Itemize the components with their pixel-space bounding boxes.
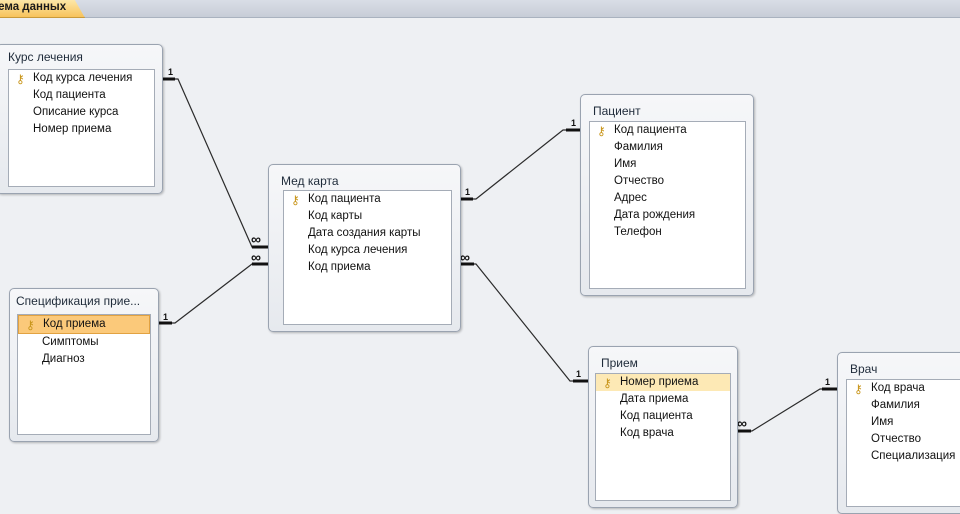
table-pacient[interactable]: Пациент ⚷ Код пациента Фамилия Имя Отчест… (580, 94, 754, 296)
table-title: Прием (601, 356, 638, 370)
field-list[interactable]: ⚷ Код курса лечения Код пациента Описание… (8, 69, 155, 187)
relation-kurs-medkarta (161, 78, 268, 248)
field-row[interactable]: Телефон (590, 224, 745, 241)
cardinality-one: 1 (825, 377, 830, 387)
relation-medkarta-priem (459, 263, 588, 382)
field-row[interactable]: Симптомы (18, 334, 150, 351)
field-row[interactable]: Имя (847, 414, 960, 431)
table-title: Врач (850, 362, 878, 376)
field-label: Имя (614, 158, 637, 170)
key-icon: ⚷ (603, 376, 612, 390)
relation-medkarta-pacient (459, 129, 580, 200)
field-label: Код врача (620, 427, 674, 439)
field-label: Имя (871, 416, 894, 428)
table-vrach[interactable]: Врач ⚷ Код врача Фамилия Имя Отчество Спе… (837, 352, 960, 514)
cardinality-one: 1 (163, 312, 168, 322)
field-row[interactable]: Код курса лечения (284, 242, 451, 259)
key-icon: ⚷ (854, 382, 863, 396)
field-label: Телефон (614, 226, 662, 238)
field-row[interactable]: ⚷ Код пациента (284, 191, 451, 208)
field-row[interactable]: Дата создания карты (284, 225, 451, 242)
field-row[interactable]: Имя (590, 156, 745, 173)
table-title: Мед карта (281, 174, 339, 188)
field-label: Дата создания карты (308, 227, 421, 239)
field-label: Дата приема (620, 393, 689, 405)
key-icon: ⚷ (291, 193, 300, 207)
cardinality-one: 1 (576, 369, 581, 379)
field-row[interactable]: Фамилия (847, 397, 960, 414)
field-row[interactable]: Отчество (847, 431, 960, 448)
field-row[interactable]: ⚷ Номер приема (596, 374, 730, 391)
field-row[interactable]: Отчество (590, 173, 745, 190)
field-label: Код приема (308, 261, 371, 273)
key-icon: ⚷ (16, 72, 25, 86)
field-label: Отчество (614, 175, 664, 187)
field-row[interactable]: Номер приема (9, 121, 154, 138)
field-label: Код врача (871, 382, 925, 394)
field-row[interactable]: Диагноз (18, 351, 150, 368)
table-specifikaciya-priema[interactable]: Спецификация прие... ⚷ Код приема Симптом… (9, 288, 159, 442)
field-row[interactable]: Адрес (590, 190, 745, 207)
field-label: Описание курса (33, 106, 119, 118)
field-row[interactable]: Дата приема (596, 391, 730, 408)
table-priem[interactable]: Прием ⚷ Номер приема Дата приема Код паци… (588, 346, 738, 508)
field-list[interactable]: ⚷ Код пациента Фамилия Имя Отчество Адрес… (589, 121, 746, 289)
field-label: Специализация (871, 450, 956, 462)
cardinality-one: 1 (465, 187, 470, 197)
field-label: Код пациента (308, 193, 381, 205)
field-row[interactable]: Описание курса (9, 104, 154, 121)
field-label: Симптомы (42, 336, 99, 348)
field-label: Код курса лечения (33, 72, 133, 84)
key-icon: ⚷ (597, 124, 606, 138)
field-label: Код курса лечения (308, 244, 408, 256)
relation-priem-vrach (736, 388, 837, 432)
field-row[interactable]: Код врача (596, 425, 730, 442)
field-label: Код пациента (620, 410, 693, 422)
field-row[interactable]: Код приема (284, 259, 451, 276)
field-row[interactable]: Специализация (847, 448, 960, 465)
field-row[interactable]: ⚷ Код врача (847, 380, 960, 397)
table-kurs-lecheniya[interactable]: Курс лечения ⚷ Код курса лечения Код паци… (0, 44, 163, 194)
field-label: Фамилия (871, 399, 920, 411)
cardinality-many: ∞ (460, 249, 470, 265)
cardinality-many: ∞ (251, 249, 261, 265)
field-label: Код приема (43, 318, 106, 330)
key-icon: ⚷ (26, 318, 35, 332)
field-row[interactable]: ⚷ Код курса лечения (9, 70, 154, 87)
field-row[interactable]: Код карты (284, 208, 451, 225)
field-list[interactable]: ⚷ Код врача Фамилия Имя Отчество Специали… (846, 379, 960, 507)
relation-spec-medkarta (157, 263, 268, 324)
field-label: Адрес (614, 192, 647, 204)
field-label: Номер приема (33, 123, 112, 135)
cardinality-one: 1 (168, 67, 173, 77)
table-title: Курс лечения (8, 50, 83, 64)
cardinality-many: ∞ (251, 231, 261, 247)
field-row[interactable]: Код пациента (9, 87, 154, 104)
field-list[interactable]: ⚷ Код пациента Код карты Дата создания ка… (283, 190, 452, 325)
field-row[interactable]: ⚷ Код пациента (590, 122, 745, 139)
field-list[interactable]: ⚷ Номер приема Дата приема Код пациента К… (595, 373, 731, 501)
table-title: Пациент (593, 104, 641, 118)
field-label: Отчество (871, 433, 921, 445)
cardinality-one: 1 (571, 118, 576, 128)
cardinality-many: ∞ (737, 415, 747, 431)
field-row[interactable]: Фамилия (590, 139, 745, 156)
field-row[interactable]: Код пациента (596, 408, 730, 425)
field-label: Код карты (308, 210, 363, 222)
field-label: Фамилия (614, 141, 663, 153)
field-label: Номер приема (620, 376, 699, 388)
table-med-karta[interactable]: Мед карта ⚷ Код пациента Код карты Дата с… (268, 164, 461, 332)
field-label: Код пациента (33, 89, 106, 101)
field-label: Диагноз (42, 353, 85, 365)
field-row[interactable]: ⚷ Код приема (18, 315, 150, 334)
field-row[interactable]: Дата рождения (590, 207, 745, 224)
field-list[interactable]: ⚷ Код приема Симптомы Диагноз (17, 314, 151, 435)
field-label: Код пациента (614, 124, 687, 136)
table-title: Спецификация прие... (16, 294, 141, 308)
field-label: Дата рождения (614, 209, 696, 221)
